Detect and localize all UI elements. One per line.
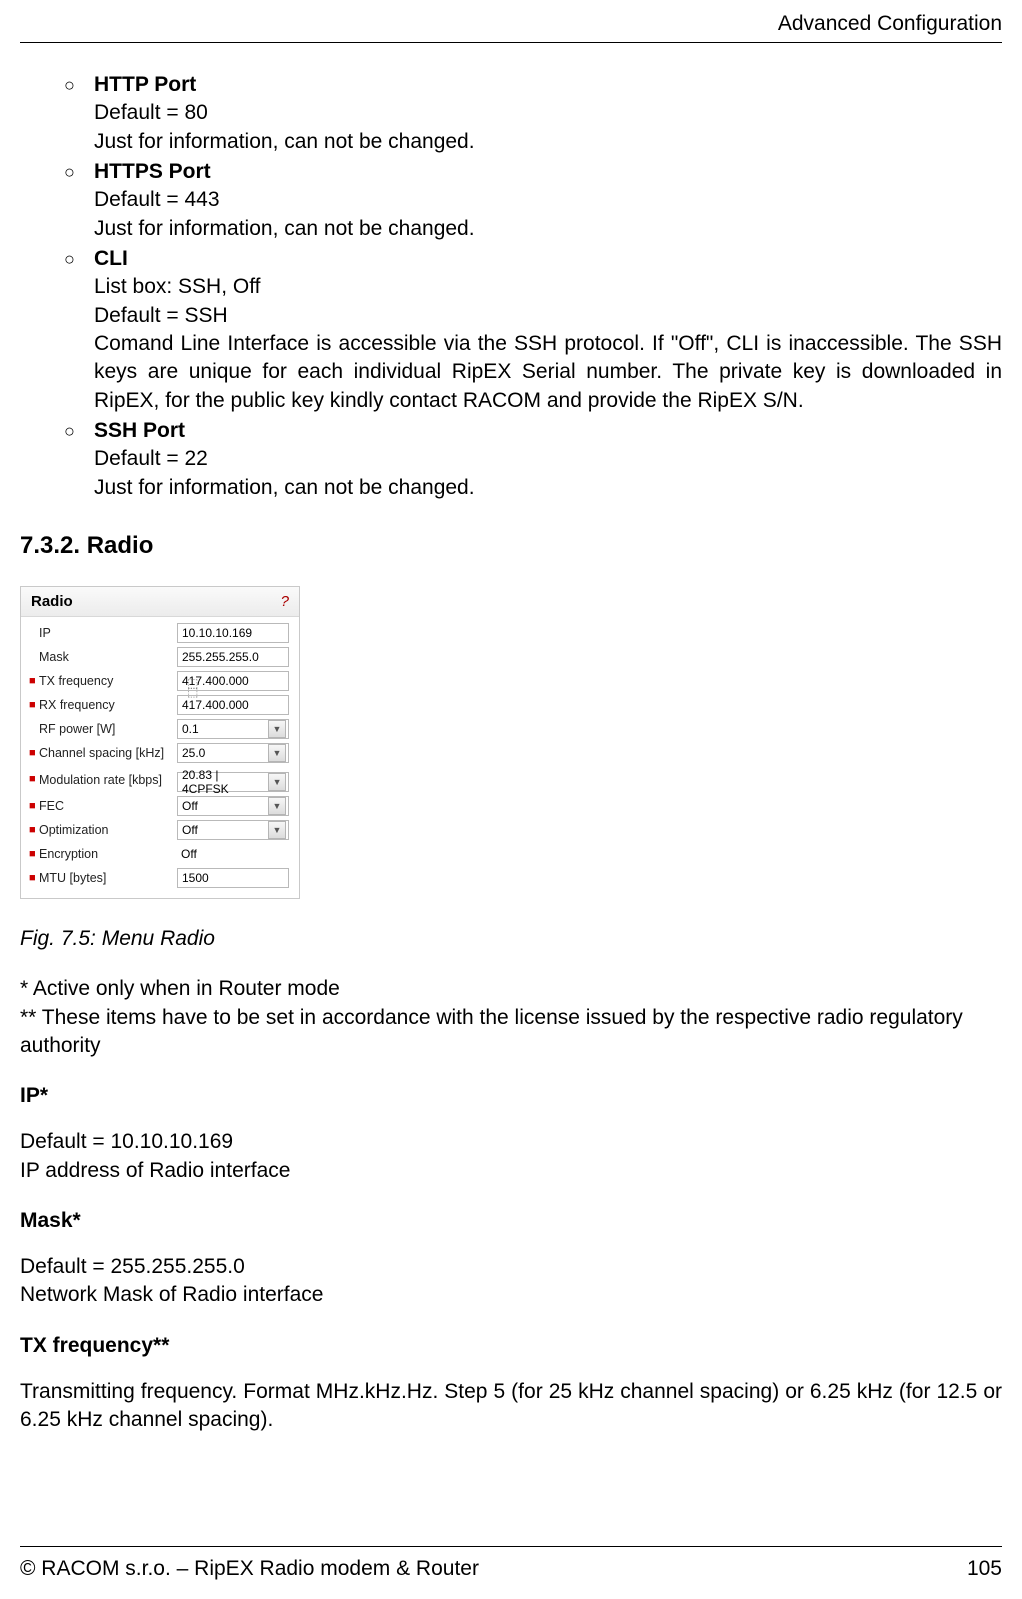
term-mask: Mask* <box>20 1209 1002 1233</box>
term-cli: CLI <box>94 245 1002 273</box>
row-mark: ■ <box>29 774 39 785</box>
page-number: 105 <box>967 1557 1002 1581</box>
row-rf-power: RF power [W] 0.1 ▼ <box>21 717 299 741</box>
row-label: Optimization <box>39 823 177 837</box>
select-value: 20.83 | 4CPFSK <box>182 768 268 796</box>
row-mark: ■ <box>29 849 39 860</box>
row-label: Modulation rate [kbps] <box>39 773 177 787</box>
panel-title-bar: Radio ? <box>21 587 299 617</box>
text: Default = SSH <box>94 302 1002 330</box>
text: Default = 80 <box>94 99 1002 127</box>
encryption-value[interactable]: Off <box>177 844 289 864</box>
row-channel-spacing: ■ Channel spacing [kHz] 25.0 ▼ <box>21 741 299 765</box>
radio-panel: Radio ? IP Mask ■ TX frequency ⬚⬚ ■ <box>20 586 300 899</box>
list-item: HTTP Port Default = 80 Just for informat… <box>64 71 1002 156</box>
row-label: Channel spacing [kHz] <box>39 746 177 760</box>
text: Default = 443 <box>94 186 1002 214</box>
text: Just for information, can not be changed… <box>94 128 1002 156</box>
def-txfreq-body: Transmitting frequency. Format MHz.kHz.H… <box>20 1378 1002 1435</box>
row-fec: ■ FEC Off ▼ <box>21 794 299 818</box>
chevron-down-icon: ▼ <box>268 773 286 791</box>
row-tx-freq: ■ TX frequency <box>21 669 299 693</box>
select-value: 25.0 <box>182 746 205 760</box>
select-value: Off <box>181 847 197 861</box>
row-label: RX frequency <box>39 698 177 712</box>
row-label: Encryption <box>39 847 177 861</box>
row-encryption: ■ Encryption Off <box>21 842 299 866</box>
chevron-down-icon: ▼ <box>268 720 286 738</box>
figure-caption: Fig. 7.5: Menu Radio <box>20 927 1002 951</box>
term-ip: IP* <box>20 1084 1002 1108</box>
optimization-select[interactable]: Off ▼ <box>177 820 289 840</box>
chevron-down-icon: ▼ <box>268 797 286 815</box>
chevron-down-icon: ▼ <box>268 744 286 762</box>
select-value: 0.1 <box>182 722 199 736</box>
text: Network Mask of Radio interface <box>20 1283 323 1306</box>
row-modulation-rate: ■ Modulation rate [kbps] 20.83 | 4CPFSK … <box>21 765 299 794</box>
text: Just for information, can not be changed… <box>94 215 1002 243</box>
row-mtu: ■ MTU [bytes] <box>21 866 299 890</box>
footnote-1: * Active only when in Router mode <box>20 975 1002 1003</box>
text: Comand Line Interface is accessible via … <box>94 330 1002 415</box>
page-header: Advanced Configuration <box>20 12 1002 43</box>
section-heading-radio: 7.3.2. Radio <box>20 532 1002 560</box>
help-icon[interactable]: ? <box>281 593 289 610</box>
mtu-input[interactable] <box>177 868 289 888</box>
term-http-port: HTTP Port <box>94 71 1002 99</box>
list-item: SSH Port Default = 22 Just for informati… <box>64 417 1002 502</box>
fec-select[interactable]: Off ▼ <box>177 796 289 816</box>
select-value: Off <box>182 823 198 837</box>
channel-spacing-select[interactable]: 25.0 ▼ <box>177 743 289 763</box>
text: Default = 22 <box>94 445 1002 473</box>
row-label: Mask <box>39 650 177 664</box>
row-mark: ■ <box>29 676 39 687</box>
row-label: FEC <box>39 799 177 813</box>
modulation-select[interactable]: 20.83 | 4CPFSK ▼ <box>177 772 289 792</box>
def-ip-body: Default = 10.10.10.169 IP address of Rad… <box>20 1128 1002 1185</box>
row-ip: IP <box>21 621 299 645</box>
link-icon[interactable]: ⬚⬚ <box>187 679 196 697</box>
row-label: TX frequency <box>39 674 177 688</box>
row-rx-freq: ■ RX frequency <box>21 693 299 717</box>
row-label: RF power [W] <box>39 722 177 736</box>
footnote-2: ** These items have to be set in accorda… <box>20 1004 1002 1061</box>
port-list: HTTP Port Default = 80 Just for informat… <box>64 71 1002 502</box>
term-tx-frequency: TX frequency** <box>20 1334 1002 1358</box>
term-ssh-port: SSH Port <box>94 417 1002 445</box>
row-label: IP <box>39 626 177 640</box>
list-item: HTTPS Port Default = 443 Just for inform… <box>64 158 1002 243</box>
row-mark: ■ <box>29 825 39 836</box>
text: Default = 10.10.10.169 <box>20 1130 233 1153</box>
row-mark: ■ <box>29 748 39 759</box>
row-optimization: ■ Optimization Off ▼ <box>21 818 299 842</box>
list-item: CLI List box: SSH, Off Default = SSH Com… <box>64 245 1002 415</box>
row-mask: Mask <box>21 645 299 669</box>
page-footer: © RACOM s.r.o. – RipEX Radio modem & Rou… <box>20 1546 1002 1581</box>
chevron-down-icon: ▼ <box>268 821 286 839</box>
term-https-port: HTTPS Port <box>94 158 1002 186</box>
row-mark: ■ <box>29 873 39 884</box>
row-mark: ■ <box>29 801 39 812</box>
ip-input[interactable] <box>177 623 289 643</box>
select-value: Off <box>182 799 198 813</box>
text: IP address of Radio interface <box>20 1159 290 1182</box>
row-mark: ■ <box>29 700 39 711</box>
text: List box: SSH, Off <box>94 273 1002 301</box>
text: Just for information, can not be changed… <box>94 474 1002 502</box>
text: Default = 255.255.255.0 <box>20 1255 245 1278</box>
rf-power-select[interactable]: 0.1 ▼ <box>177 719 289 739</box>
footer-left: © RACOM s.r.o. – RipEX Radio modem & Rou… <box>20 1557 479 1581</box>
mask-input[interactable] <box>177 647 289 667</box>
row-label: MTU [bytes] <box>39 871 177 885</box>
panel-title: Radio <box>31 593 73 610</box>
def-mask-body: Default = 255.255.255.0 Network Mask of … <box>20 1253 1002 1310</box>
